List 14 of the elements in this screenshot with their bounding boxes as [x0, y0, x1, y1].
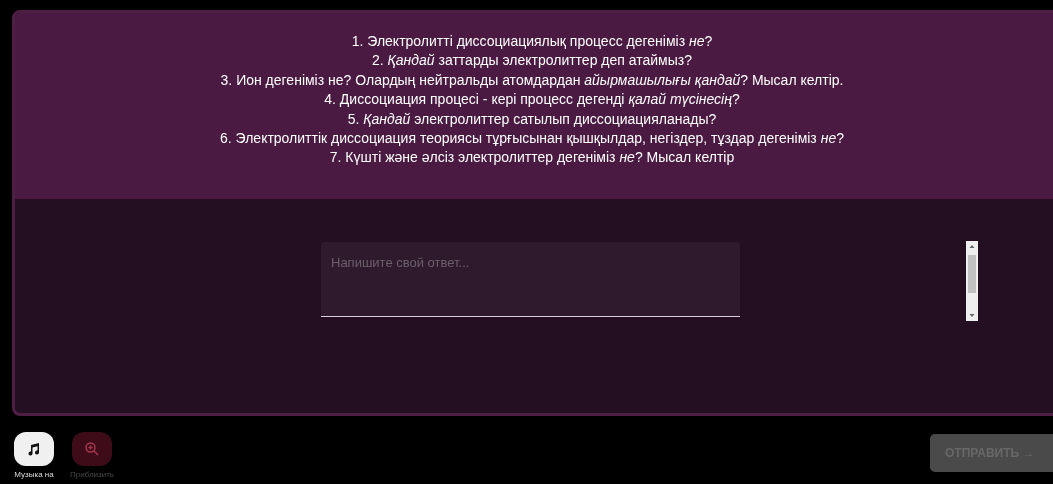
- music-button[interactable]: [14, 432, 54, 466]
- scrollbar[interactable]: [966, 241, 978, 321]
- music-note-icon: [27, 442, 41, 456]
- zoom-in-icon: [84, 441, 100, 457]
- question-text: 7. Күшті және әлсіз электролиттер дегеніміз не? Мысал келтір: [328, 148, 736, 168]
- question-text: 5. Қандай электролиттер сатылып диссоциацияланады?: [346, 109, 718, 129]
- tool-label: Музыка на: [14, 470, 54, 479]
- tool-label: Приблизить: [70, 470, 114, 479]
- question-text: 1. Электролитті диссоциациялық процесс дегеніміз не?: [350, 32, 714, 51]
- question-text: 2. Қандай заттарды электролиттер деп атаймыз?: [371, 51, 693, 71]
- question-text: 6. Электролиттік диссоциация теориясы тұрғысынан қышқылдар, негіздер, тұздар дегеніміз не?: [219, 129, 845, 149]
- answer-field[interactable]: Напишите свой ответ...: [321, 242, 740, 317]
- question-text: 3. Ион дегеніміз не? Олардың нейтральды атомдардан айырмашылығы қандай? Мысал келтір.: [219, 70, 845, 90]
- question-text: 4. Диссоциация процесі - кері процесс дегенді қалай түсінесің?: [323, 90, 741, 110]
